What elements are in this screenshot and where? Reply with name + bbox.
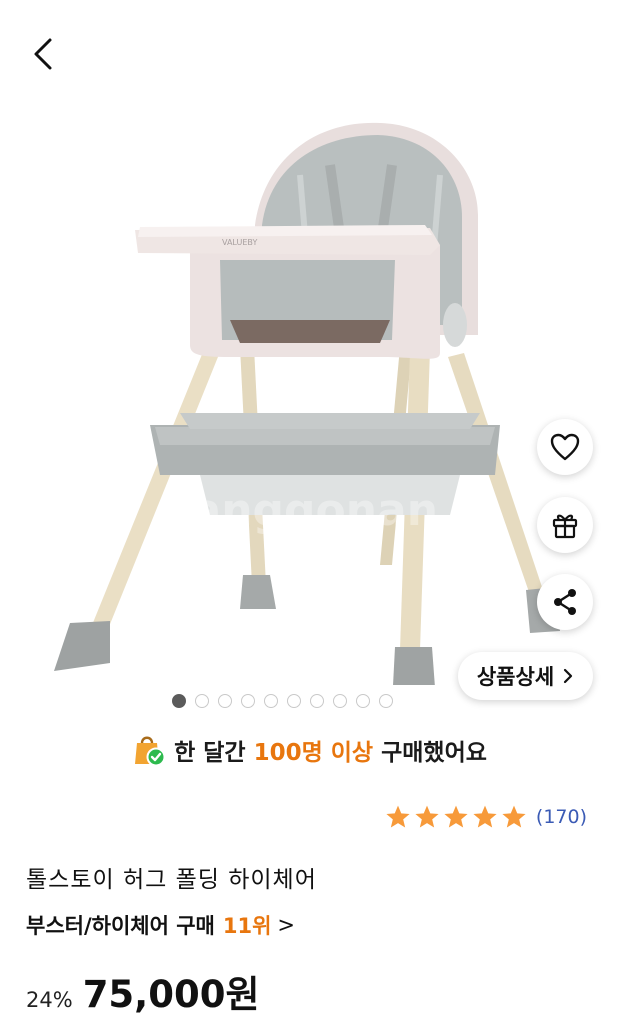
- rating[interactable]: (170): [385, 804, 587, 830]
- carousel-dot[interactable]: [310, 694, 324, 708]
- carousel-pagination: [172, 692, 393, 710]
- carousel-dot[interactable]: [356, 694, 370, 708]
- banner-highlight: 100명 이상: [253, 740, 374, 766]
- carousel-dot[interactable]: [218, 694, 232, 708]
- heart-icon: [550, 433, 580, 461]
- star-icon: [502, 805, 526, 828]
- carousel-dot[interactable]: [264, 694, 278, 708]
- shopping-bag-check-icon: [135, 736, 166, 767]
- chevron-left-icon: [34, 38, 52, 70]
- carousel-dot[interactable]: [172, 694, 186, 708]
- star-icon: [415, 805, 439, 828]
- product-detail-button[interactable]: 상품상세: [458, 652, 593, 700]
- sale-price: 75,000원: [82, 973, 260, 1016]
- banner-prefix: 한 달간: [174, 740, 254, 766]
- product-image[interactable]: VALUEBY danggonan: [0, 95, 619, 685]
- carousel-dot[interactable]: [241, 694, 255, 708]
- review-count[interactable]: (170): [536, 806, 587, 828]
- product-detail-label: 상품상세: [476, 665, 555, 689]
- carousel-dot[interactable]: [333, 694, 347, 708]
- star-icon: [444, 805, 468, 828]
- banner-suffix: 구매했어요: [373, 740, 487, 766]
- star-icon: [473, 805, 497, 828]
- share-icon: [554, 589, 576, 615]
- wishlist-button[interactable]: [537, 419, 593, 475]
- carousel-dot[interactable]: [195, 694, 209, 708]
- category-rank-link[interactable]: 부스터/하이체어 구매 11위 >: [26, 910, 295, 940]
- carousel-dot[interactable]: [287, 694, 301, 708]
- product-title: 톨스토이 허그 폴딩 하이체어: [26, 867, 317, 893]
- carousel-dot[interactable]: [379, 694, 393, 708]
- tray-brand: VALUEBY: [222, 238, 257, 247]
- gift-icon: [552, 514, 578, 539]
- share-button[interactable]: [537, 574, 593, 630]
- purchase-count-banner: 한 달간 100명 이상 구매했어요: [0, 728, 619, 772]
- rank-category: 부스터/하이체어 구매: [26, 914, 215, 938]
- chevron-right-icon: [564, 668, 573, 684]
- price-row: 24% 75,000원: [26, 964, 260, 1018]
- star-icon: [386, 805, 410, 828]
- watermark: danggonan: [160, 485, 438, 536]
- back-button[interactable]: [28, 34, 64, 74]
- discount-rate: 24%: [26, 988, 73, 1012]
- gift-button[interactable]: [537, 497, 593, 553]
- rank-chevron: >: [277, 913, 296, 937]
- rank-value: 11위: [222, 914, 272, 938]
